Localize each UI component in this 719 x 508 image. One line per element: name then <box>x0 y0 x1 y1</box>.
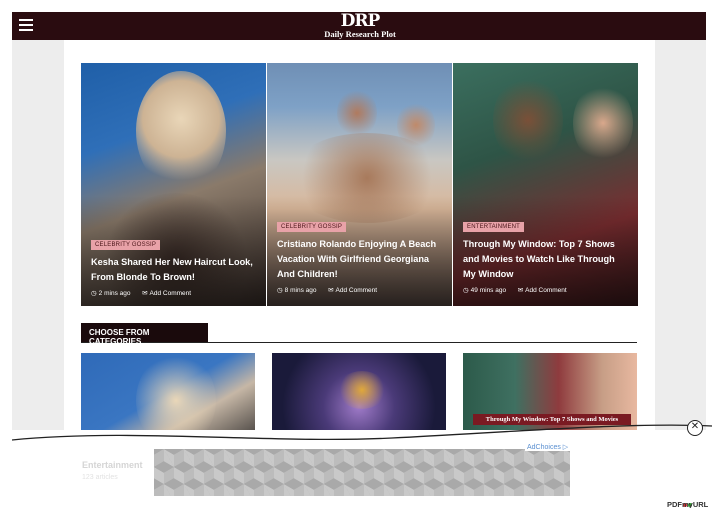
close-icon[interactable]: ✕ <box>687 420 703 436</box>
add-comment-link[interactable]: Add Comment <box>525 287 567 294</box>
category-badge[interactable]: CELEBRITY GOSSIP <box>91 240 161 250</box>
featured-slide[interactable]: CELEBRITY GOSSIP Cristiano Rolando Enjoy… <box>267 63 452 306</box>
add-comment-link[interactable]: Add Comment <box>150 290 192 297</box>
clock-icon: ◷ <box>463 287 469 294</box>
add-comment-link[interactable]: Add Comment <box>336 287 378 294</box>
categories-heading-bar: CHOOSE FROM CATEGORIES <box>81 323 637 346</box>
logo-tagline: Daily Research Plot <box>324 29 396 39</box>
comment-icon: ✉ <box>142 290 148 297</box>
comment-icon: ✉ <box>328 287 334 294</box>
comment-icon: ✉ <box>517 287 524 294</box>
article-time: 49 mins ago <box>470 287 507 294</box>
categories-heading: CHOOSE FROM CATEGORIES <box>81 323 208 346</box>
adchoices-link[interactable]: AdChoices ▷ <box>525 443 571 451</box>
clock-icon: ◷ <box>91 290 97 297</box>
site-header: DRP Daily Research Plot <box>12 12 706 40</box>
watermark-text: PDFmyURL <box>667 500 709 508</box>
article-meta: ◷ 2 mins ago ✉ Add Comment <box>91 289 258 297</box>
clock-icon: ◷ <box>277 287 283 294</box>
article-meta: ◷ 49 mins ago ✉ Add Comment <box>463 286 630 294</box>
article-title[interactable]: Kesha Shared Her New Haircut Look, From … <box>91 255 258 285</box>
hamburger-icon[interactable] <box>19 19 33 32</box>
article-meta: ◷ 8 mins ago ✉ Add Comment <box>277 286 444 294</box>
article-time: 2 mins ago <box>98 290 131 297</box>
category-badge[interactable]: CELEBRITY GOSSIP <box>277 222 347 232</box>
article-time: 8 mins ago <box>284 287 317 294</box>
ad-banner[interactable] <box>154 449 570 496</box>
category-badge[interactable]: ENTERTAINMENT <box>463 222 525 232</box>
site-logo[interactable]: DRP Daily Research Plot <box>308 13 412 40</box>
article-title[interactable]: Through My Window: Top 7 Shows and Movie… <box>463 237 630 282</box>
category-count: 123 articles <box>82 474 118 481</box>
featured-slide[interactable]: CELEBRITY GOSSIP Kesha Shared Her New Ha… <box>81 63 266 306</box>
ad-top-curve <box>12 424 712 441</box>
featured-slide[interactable]: ENTERTAINMENT Through My Window: Top 7 S… <box>453 63 638 306</box>
category-label[interactable]: Entertainment <box>82 460 143 470</box>
logo-mark: DRP <box>340 11 381 31</box>
article-title[interactable]: Cristiano Rolando Enjoying A Beach Vacat… <box>277 237 444 282</box>
featured-slider: CELEBRITY GOSSIP Kesha Shared Her New Ha… <box>81 63 638 306</box>
